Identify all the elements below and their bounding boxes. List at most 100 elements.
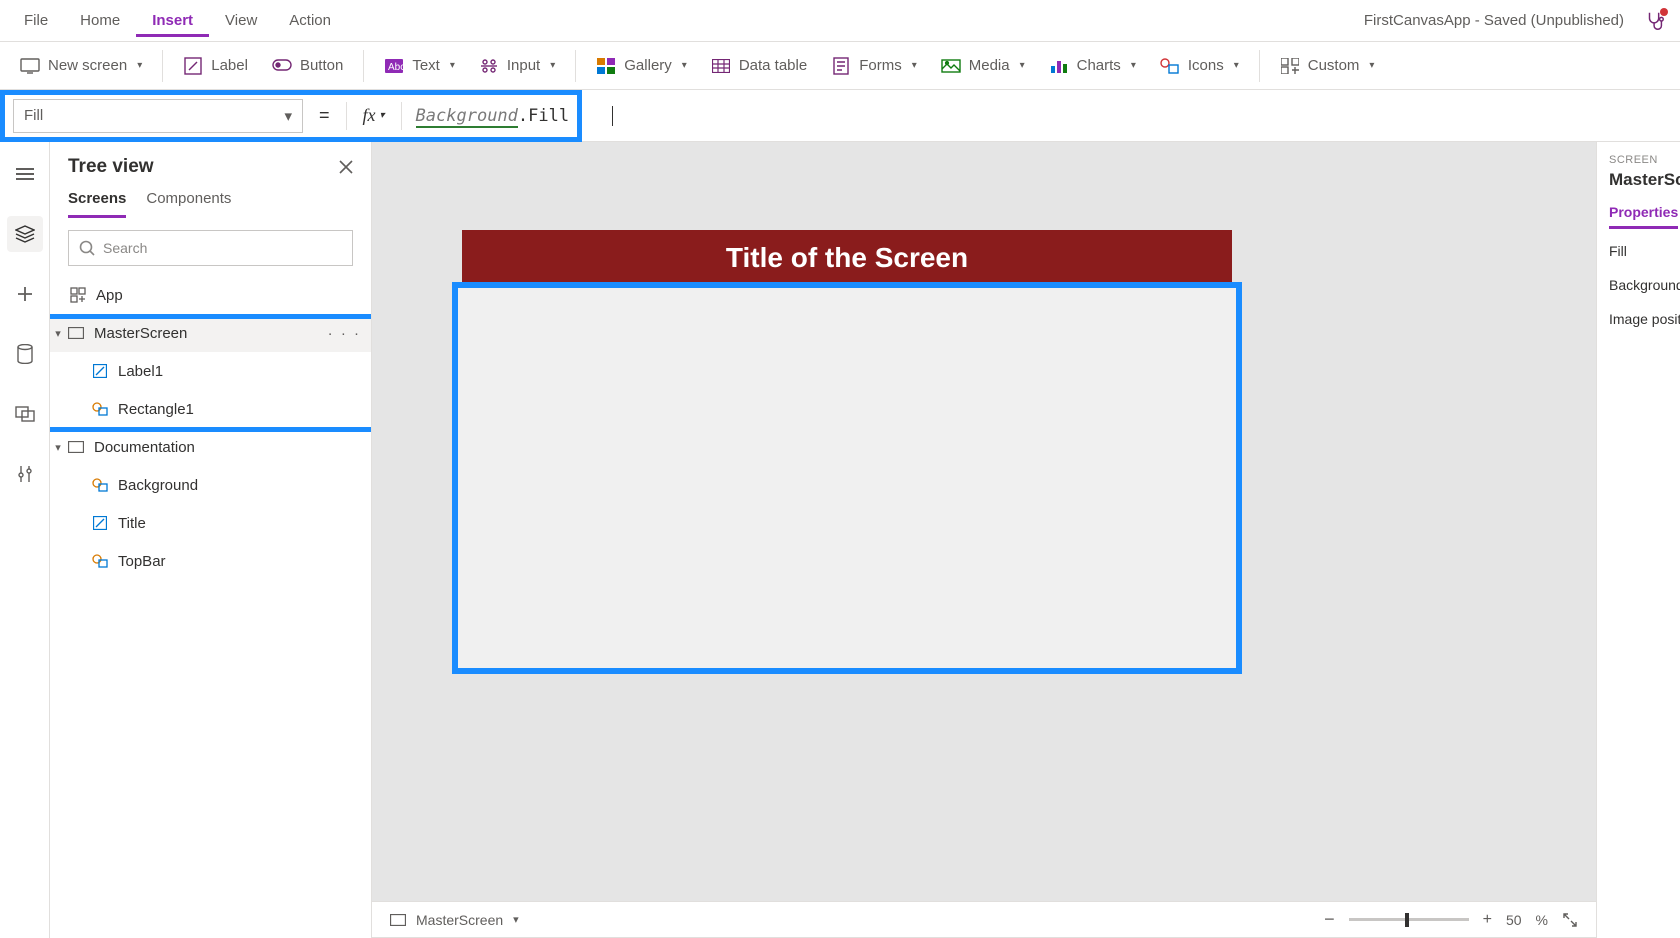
property-name: Fill [24,107,43,124]
media-label: Media [969,57,1010,74]
label-button[interactable]: Label [173,50,258,82]
separator [1259,50,1260,82]
prop-image-position[interactable]: Image position [1609,311,1680,327]
chevron-down-icon[interactable]: ▾ [50,327,66,340]
custom-button[interactable]: Custom ▾ [1270,50,1385,82]
tree-item-label: TopBar [118,553,166,570]
ribbon: New screen ▾ Label Button Abc Text ▾ Inp… [0,42,1680,90]
tree-item-label: Label1 [118,363,163,380]
menu-insert[interactable]: Insert [136,4,209,37]
shape-icon [90,478,110,492]
chevron-down-icon: ▾ [380,110,385,121]
fx-button[interactable]: fx ▾ [357,105,391,126]
hamburger-button[interactable] [7,156,43,192]
tree-item-masterscreen[interactable]: ▾ MasterScreen · · · [50,314,371,352]
tree-search-input[interactable]: Search [68,230,353,266]
tree-item-rectangle1[interactable]: Rectangle1 [50,390,371,428]
prop-background[interactable]: Background [1609,277,1680,293]
shapes-icon [1160,56,1180,76]
insert-button[interactable] [7,276,43,312]
tree-item-label: Background [118,477,198,494]
zoom-slider[interactable] [1349,918,1469,921]
media-button[interactable]: Media ▾ [931,50,1035,82]
menu-action[interactable]: Action [273,4,347,37]
prop-fill[interactable]: Fill [1609,243,1680,259]
screen-icon [66,441,86,453]
app-checker-icon[interactable] [1644,10,1666,32]
tab-screens[interactable]: Screens [68,190,126,218]
chart-icon [1049,56,1069,76]
menu-home[interactable]: Home [64,4,136,37]
media-pane-icon [15,406,35,422]
zoom-in-button[interactable]: + [1483,911,1492,929]
forms-button[interactable]: Forms ▾ [821,50,927,82]
tab-components[interactable]: Components [146,190,231,218]
tree-view-panel: Tree view Screens Components Search App [50,142,372,938]
tree-item-title[interactable]: Title [50,504,371,542]
fit-screen-button[interactable] [1562,912,1578,928]
close-panel-button[interactable] [339,160,353,174]
canvas-screen[interactable]: Title of the Screen [462,230,1242,674]
input-button[interactable]: Input ▾ [469,50,565,82]
database-icon [17,344,33,364]
app-title: FirstCanvasApp - Saved (Unpublished) [1364,12,1624,29]
canvas-title-label[interactable]: Title of the Screen [462,230,1232,286]
custom-label: Custom [1308,57,1360,74]
status-bar: MasterScreen ▾ − + 50 % [372,901,1596,937]
tree-item-background[interactable]: Background [50,466,371,504]
input-icon [479,56,499,76]
label-edit-icon [183,56,203,76]
chevron-down-icon: ▾ [137,60,142,71]
new-screen-button[interactable]: New screen ▾ [10,50,152,82]
properties-tab[interactable]: Properties [1609,204,1678,229]
properties-section-label: SCREEN [1609,154,1680,166]
shape-icon [90,402,110,416]
zoom-value: 50 [1506,912,1522,928]
data-button[interactable] [7,336,43,372]
zoom-out-button[interactable]: − [1324,909,1335,930]
data-table-button[interactable]: Data table [701,50,817,82]
button-label: Button [300,57,343,74]
tree-item-label1[interactable]: Label1 [50,352,371,390]
label-icon [90,364,110,378]
charts-button[interactable]: Charts ▾ [1039,50,1146,82]
formula-bar: Fill ▾ = fx ▾ Background.Fill [0,90,1680,142]
icons-label: Icons [1188,57,1224,74]
canvas-selected-rectangle[interactable] [452,282,1242,674]
separator [162,50,163,82]
tree-item-app[interactable]: App [50,276,371,314]
chevron-down-icon: ▾ [550,60,555,71]
tools-icon [16,464,34,484]
gallery-button[interactable]: Gallery ▾ [586,50,697,82]
left-rail [0,142,50,938]
tree-item-label: App [96,287,123,304]
canvas-area[interactable]: Title of the Screen MasterScreen ▾ − + 5… [372,142,1596,938]
formula-ref: Background [416,106,518,128]
text-button[interactable]: Abc Text ▾ [374,50,465,82]
new-screen-label: New screen [48,57,127,74]
tree-item-more-button[interactable]: · · · [328,325,361,342]
formula-input[interactable]: Background.Fill [412,104,574,128]
formula-input-area[interactable] [582,90,1680,141]
media-pane-button[interactable] [7,396,43,432]
chevron-down-icon: ▾ [1369,60,1374,71]
menu-view[interactable]: View [209,4,273,37]
advanced-tools-button[interactable] [7,456,43,492]
chevron-down-icon: ▾ [1131,60,1136,71]
layers-icon [15,225,35,243]
tree-item-documentation[interactable]: ▾ Documentation [50,428,371,466]
status-screen-name[interactable]: MasterScreen [416,912,503,928]
chevron-down-icon: ▾ [450,60,455,71]
main-area: Tree view Screens Components Search App [0,142,1680,938]
button-button[interactable]: Button [262,50,353,82]
tree-item-topbar[interactable]: TopBar [50,542,371,580]
search-icon [79,240,95,256]
chevron-down-icon[interactable]: ▾ [513,913,519,926]
menu-file[interactable]: File [8,4,64,37]
property-selector[interactable]: Fill ▾ [13,99,303,133]
tree-tabs: Screens Components [50,184,371,218]
tree-view-button[interactable] [7,216,43,252]
icons-button[interactable]: Icons ▾ [1150,50,1249,82]
chevron-down-icon[interactable]: ▾ [50,441,66,454]
data-table-label: Data table [739,57,807,74]
